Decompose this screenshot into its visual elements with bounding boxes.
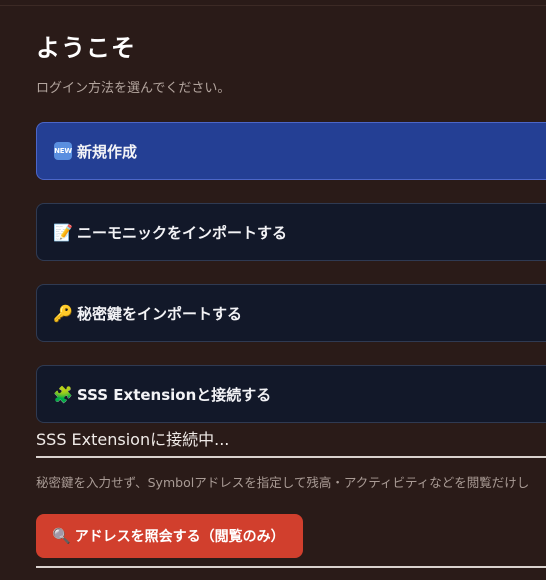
option-label: 秘密鍵をインポートする (77, 304, 243, 323)
divider (36, 566, 546, 568)
divider (36, 456, 546, 458)
connect-sss-extension-button[interactable]: 🧩 SSS Extensionと接続する (36, 365, 546, 423)
view-only-note: 秘密鍵を入力せず、Symbolアドレスを指定して残高・アクティビティなどを閲覧だ… (36, 475, 530, 490)
page-subtitle: ログイン方法を選んでください。 (36, 81, 231, 96)
option-label: 新規作成 (77, 142, 138, 161)
puzzle-icon: 🧩 (53, 384, 73, 404)
option-label: SSS Extensionと接続する (77, 385, 272, 404)
new-badge-icon: NEW (53, 141, 73, 161)
view-address-label: アドレスを照会する（閲覧のみ） (74, 529, 285, 545)
import-mnemonic-button[interactable]: 📝 ニーモニックをインポートする (36, 203, 546, 261)
memo-icon: 📝 (53, 222, 73, 242)
key-icon: 🔑 (53, 303, 73, 323)
connection-status: SSS Extensionに接続中... (36, 430, 230, 449)
magnifier-icon: 🔍 (52, 527, 71, 545)
create-new-button[interactable]: NEW 新規作成 (36, 122, 546, 180)
option-label: ニーモニックをインポートする (77, 223, 288, 242)
top-divider (0, 0, 546, 6)
page-title: ようこそ (36, 34, 136, 62)
import-private-key-button[interactable]: 🔑 秘密鍵をインポートする (36, 284, 546, 342)
view-address-button[interactable]: 🔍 アドレスを照会する（閲覧のみ） (36, 514, 303, 558)
